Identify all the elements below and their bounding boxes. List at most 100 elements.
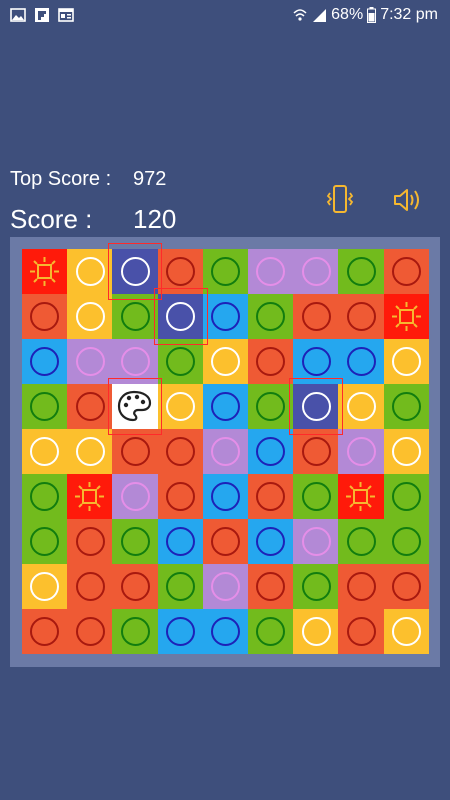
board-cell-yellow[interactable] xyxy=(293,609,339,654)
system-status: 68% 7:32 pm xyxy=(293,6,438,24)
sun-icon xyxy=(391,302,421,331)
top-score-value: 972 xyxy=(133,168,167,190)
board-cell-green[interactable] xyxy=(22,519,68,564)
board-cell-red[interactable] xyxy=(248,564,294,609)
board-cell-blue[interactable] xyxy=(202,384,249,429)
board-cell-green[interactable] xyxy=(293,474,339,519)
board-cell-yellow[interactable] xyxy=(383,429,430,474)
board-cell-blue[interactable] xyxy=(338,339,385,384)
board-cell-red[interactable] xyxy=(22,609,68,654)
notification-icons xyxy=(10,7,74,23)
board-cell-yellow[interactable] xyxy=(67,294,113,339)
board-cell-yellow[interactable] xyxy=(67,249,113,294)
board-cell-purple[interactable] xyxy=(248,249,294,294)
board-cell-blue[interactable] xyxy=(157,609,204,654)
board-cell-green[interactable] xyxy=(112,609,159,654)
board-cell-blue[interactable] xyxy=(202,474,249,519)
board-cell-red[interactable] xyxy=(67,519,113,564)
board-cell-green[interactable] xyxy=(157,564,204,609)
board-cell-sun[interactable] xyxy=(67,474,113,519)
board-cell-green[interactable] xyxy=(338,249,385,294)
board-cell-red[interactable] xyxy=(383,564,430,609)
board-cell-purple[interactable] xyxy=(293,519,339,564)
sound-toggle-button[interactable] xyxy=(391,183,425,217)
board-cell-red[interactable] xyxy=(157,474,204,519)
red-ring xyxy=(120,572,150,601)
board-cell-green[interactable] xyxy=(22,384,68,429)
board-cell-red[interactable] xyxy=(383,249,430,294)
board-cell-yellow[interactable] xyxy=(383,339,430,384)
board-cell-blue[interactable] xyxy=(202,294,249,339)
board-cell-green[interactable] xyxy=(248,384,294,429)
board-cell-red[interactable] xyxy=(67,384,113,429)
board-cell-sun[interactable] xyxy=(22,249,68,294)
board-cell-red[interactable] xyxy=(293,294,339,339)
blue-ring xyxy=(301,347,331,376)
board-cell-green[interactable] xyxy=(22,474,68,519)
board-cell-red[interactable] xyxy=(67,564,113,609)
purple-ring xyxy=(301,527,331,556)
purple-ring xyxy=(346,437,376,466)
board-cell-red[interactable] xyxy=(112,564,159,609)
board-cell-blue[interactable] xyxy=(248,519,294,564)
red-ring xyxy=(30,617,60,646)
green-ring xyxy=(165,347,195,376)
board-cell-purple[interactable] xyxy=(67,339,113,384)
board-cell-blue[interactable] xyxy=(22,339,68,384)
battery-percent: 68% xyxy=(331,6,364,23)
board-cell-green[interactable] xyxy=(202,249,249,294)
blue-ring xyxy=(165,617,195,646)
board-cell-red[interactable] xyxy=(67,609,113,654)
yellow-ring xyxy=(75,257,105,286)
board-cell-blue[interactable] xyxy=(157,519,204,564)
board-cell-green[interactable] xyxy=(383,519,430,564)
yellow-ring xyxy=(30,437,60,466)
board-cell-red[interactable] xyxy=(157,429,204,474)
board-cell-green[interactable] xyxy=(383,474,430,519)
game-board xyxy=(10,237,440,667)
blue-ring xyxy=(256,437,286,466)
board-cell-red[interactable] xyxy=(22,294,68,339)
board-cell-green[interactable] xyxy=(112,519,159,564)
red-ring xyxy=(165,437,195,466)
board-cell-green[interactable] xyxy=(248,609,294,654)
green-ring xyxy=(211,257,241,286)
red-ring xyxy=(346,617,376,646)
vibrate-toggle-button[interactable] xyxy=(323,183,357,217)
board-cell-red[interactable] xyxy=(293,429,339,474)
board-cell-purple[interactable] xyxy=(202,429,249,474)
board-cell-sun[interactable] xyxy=(383,294,430,339)
board-cell-green[interactable] xyxy=(112,294,159,339)
board-cell-blue[interactable] xyxy=(248,429,294,474)
board-cell-purple[interactable] xyxy=(293,249,339,294)
board-cell-red[interactable] xyxy=(112,429,159,474)
board-cell-red[interactable] xyxy=(338,564,385,609)
board-cell-yellow[interactable] xyxy=(202,339,249,384)
board-cell-yellow[interactable] xyxy=(157,384,204,429)
board-cell-yellow[interactable] xyxy=(383,609,430,654)
board-cell-yellow[interactable] xyxy=(22,429,68,474)
board-cell-yellow[interactable] xyxy=(22,564,68,609)
board-cell-green[interactable] xyxy=(248,294,294,339)
green-ring xyxy=(120,302,150,331)
green-ring xyxy=(391,392,421,421)
board-cell-red[interactable] xyxy=(248,474,294,519)
board-cell-red[interactable] xyxy=(338,609,385,654)
board-cell-purple[interactable] xyxy=(112,474,159,519)
board-cell-red[interactable] xyxy=(338,294,385,339)
board-cell-green[interactable] xyxy=(293,564,339,609)
board-cell-purple[interactable] xyxy=(202,564,249,609)
board-cell-green[interactable] xyxy=(338,519,385,564)
board-cell-yellow[interactable] xyxy=(338,384,385,429)
yellow-ring xyxy=(391,437,421,466)
board-cell-purple[interactable] xyxy=(338,429,385,474)
vibrate-phone-icon xyxy=(326,185,354,213)
blue-ring xyxy=(165,527,195,556)
board-cell-red[interactable] xyxy=(248,339,294,384)
board-cell-green[interactable] xyxy=(157,339,204,384)
board-cell-yellow[interactable] xyxy=(67,429,113,474)
board-cell-blue[interactable] xyxy=(202,609,249,654)
board-cell-red[interactable] xyxy=(202,519,249,564)
board-cell-green[interactable] xyxy=(383,384,430,429)
board-cell-sun[interactable] xyxy=(338,474,385,519)
